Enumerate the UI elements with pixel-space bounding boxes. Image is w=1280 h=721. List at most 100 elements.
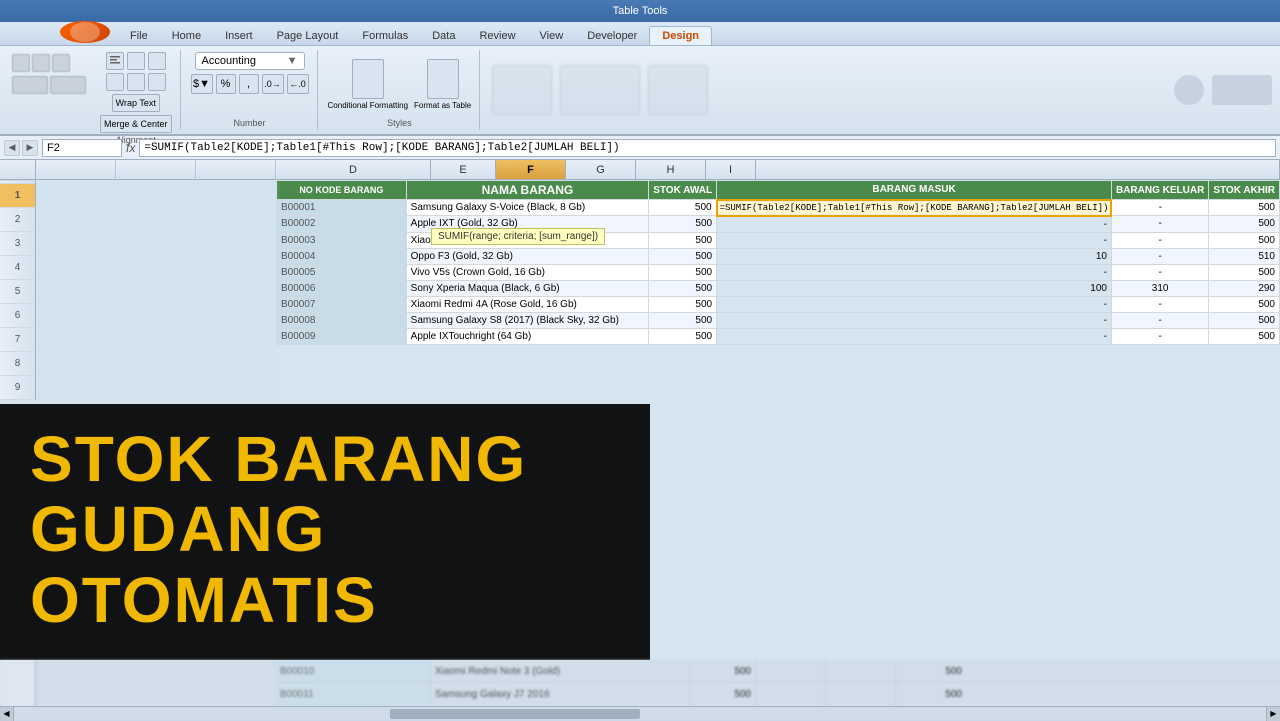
- scrollbar-track[interactable]: [14, 707, 1266, 721]
- cell-name[interactable]: Samsung Galaxy S8 (2017) (Black Sky, 32 …: [406, 312, 649, 328]
- col-header-e[interactable]: E: [431, 160, 496, 179]
- cell-kode[interactable]: B00003: [277, 232, 407, 248]
- cell-name[interactable]: Vivo V5s (Crown Gold, 16 Gb): [406, 264, 649, 280]
- tab-formulas[interactable]: Formulas: [350, 27, 420, 45]
- cell-barang-keluar[interactable]: -: [1111, 248, 1208, 264]
- cell-barang-masuk[interactable]: -: [717, 328, 1112, 344]
- decrease-decimal-button[interactable]: ←.0: [287, 74, 309, 94]
- col-header-h[interactable]: H: [636, 160, 706, 179]
- cell-stok-akhir[interactable]: 510: [1209, 248, 1280, 264]
- tab-page-layout[interactable]: Page Layout: [265, 27, 351, 45]
- cell-kode[interactable]: B00002: [277, 216, 407, 233]
- ribbon-number-group: Accounting ▼ $▼ % , .0→ ←.0 Number: [183, 50, 318, 130]
- cell-name[interactable]: Apple IXTouchright (64 Gb): [406, 328, 649, 344]
- tab-review[interactable]: Review: [467, 27, 527, 45]
- cell-kode[interactable]: B00007: [277, 296, 407, 312]
- scroll-right-button[interactable]: ▶: [1266, 707, 1280, 721]
- cell-stok-akhir[interactable]: 500: [1209, 232, 1280, 248]
- tab-view[interactable]: View: [528, 27, 576, 45]
- cell-kode[interactable]: B00005: [277, 264, 407, 280]
- tab-insert[interactable]: Insert: [213, 27, 265, 45]
- cell-stok-awal[interactable]: 500: [649, 328, 717, 344]
- ribbon: Wrap Text Merge & Center Alignment Accou…: [0, 46, 1280, 136]
- cell-stok-awal[interactable]: 500: [649, 296, 717, 312]
- cell-kode[interactable]: B00008: [277, 312, 407, 328]
- tab-file[interactable]: File: [118, 27, 160, 45]
- row-num-7: 7: [0, 328, 35, 352]
- cell-stok-akhir[interactable]: 500: [1209, 312, 1280, 328]
- cell-kode[interactable]: B00006: [277, 280, 407, 296]
- cell-barang-keluar[interactable]: -: [1111, 216, 1208, 233]
- number-format-dropdown[interactable]: Accounting ▼: [195, 52, 305, 70]
- scroll-left-button[interactable]: ◀: [0, 707, 14, 721]
- tab-design[interactable]: Design: [649, 26, 712, 45]
- cell-barang-masuk[interactable]: -: [717, 264, 1112, 280]
- cell-barang-masuk[interactable]: 10: [717, 248, 1112, 264]
- align-bottom-button[interactable]: [148, 52, 166, 70]
- conditional-formatting-button[interactable]: Conditional Formatting: [328, 59, 408, 110]
- wrap-text-button[interactable]: Wrap Text: [112, 94, 160, 112]
- align-top-button[interactable]: [106, 52, 124, 70]
- cell-barang-masuk[interactable]: -: [717, 312, 1112, 328]
- cell-barang-masuk[interactable]: =SUMIF(Table2[KODE];Table1[#This Row];[K…: [717, 200, 1112, 216]
- cell-name[interactable]: Samsung Galaxy S-Voice (Black, 8 Gb): [406, 200, 649, 216]
- align-left-button[interactable]: [106, 73, 124, 91]
- tab-developer[interactable]: Developer: [575, 27, 649, 45]
- cell-stok-akhir[interactable]: 500: [1209, 328, 1280, 344]
- cell-kode[interactable]: B00001: [277, 200, 407, 216]
- formula-input[interactable]: =SUMIF(Table2[KODE];Table1[#This Row];[K…: [139, 139, 1276, 157]
- cell-stok-akhir[interactable]: 290: [1209, 280, 1280, 296]
- cell-barang-keluar[interactable]: 310: [1111, 280, 1208, 296]
- cell-stok-akhir[interactable]: 500: [1209, 296, 1280, 312]
- tab-data[interactable]: Data: [420, 27, 467, 45]
- cell-stok-awal[interactable]: 500: [649, 232, 717, 248]
- cell-barang-keluar[interactable]: -: [1111, 312, 1208, 328]
- cell-barang-masuk[interactable]: -: [717, 232, 1112, 248]
- col-header-d[interactable]: D: [276, 160, 431, 179]
- cell-stok-awal[interactable]: 500: [649, 280, 717, 296]
- col-header-g[interactable]: G: [566, 160, 636, 179]
- cell-name[interactable]: Xiaomi Redmi 4A (Rose Gold, 16 Gb): [406, 296, 649, 312]
- comma-button[interactable]: ,: [239, 74, 259, 94]
- cell-name[interactable]: Sony Xperia Maqua (Black, 6 Gb): [406, 280, 649, 296]
- tab-home[interactable]: Home: [160, 27, 213, 45]
- cell-name[interactable]: Oppo F3 (Gold, 32 Gb): [406, 248, 649, 264]
- cell-kode[interactable]: B00004: [277, 248, 407, 264]
- percent-button[interactable]: %: [216, 74, 236, 94]
- table-row: B00003 Xiaomi Redmi 4A (Gold, 16 Gb) 500…: [277, 232, 1280, 248]
- align-middle-button[interactable]: [127, 52, 145, 70]
- cell-barang-keluar[interactable]: -: [1111, 264, 1208, 280]
- cell-kode[interactable]: B00009: [277, 328, 407, 344]
- cell-stok-awal[interactable]: 500: [649, 248, 717, 264]
- cell-barang-masuk[interactable]: 100: [717, 280, 1112, 296]
- cell-barang-keluar[interactable]: -: [1111, 200, 1208, 216]
- cell-barang-masuk[interactable]: -: [717, 296, 1112, 312]
- col-header-i[interactable]: I: [706, 160, 756, 179]
- cell-barang-keluar[interactable]: -: [1111, 328, 1208, 344]
- header-barang-keluar: BARANG KELUAR: [1111, 181, 1208, 200]
- align-center-button[interactable]: [127, 73, 145, 91]
- cell-stok-awal[interactable]: 500: [649, 312, 717, 328]
- nav-prev-button[interactable]: ◀: [4, 140, 20, 156]
- cell-stok-akhir[interactable]: 500: [1209, 216, 1280, 233]
- table-row: B00002 Apple IXT (Gold, 32 Gb) 500 - - 5…: [277, 216, 1280, 233]
- currency-button[interactable]: $▼: [191, 74, 213, 94]
- cell-stok-akhir[interactable]: 500: [1209, 200, 1280, 216]
- cell-stok-akhir[interactable]: 500: [1209, 264, 1280, 280]
- cell-reference-box[interactable]: F2: [42, 139, 122, 157]
- increase-decimal-button[interactable]: .0→: [262, 74, 284, 94]
- cell-stok-awal[interactable]: 500: [649, 200, 717, 216]
- nav-next-button[interactable]: ▶: [22, 140, 38, 156]
- inventory-table: NO KODE BARANG NAMA BARANG STOK AWAL BAR…: [276, 180, 1280, 345]
- cell-stok-awal[interactable]: 500: [649, 264, 717, 280]
- cell-barang-masuk[interactable]: -: [717, 216, 1112, 233]
- col-header-f[interactable]: F: [496, 160, 566, 179]
- merge-center-button[interactable]: Merge & Center: [100, 115, 172, 133]
- cell-barang-keluar[interactable]: -: [1111, 232, 1208, 248]
- formula-bar: ◀ ▶ F2 fx =SUMIF(Table2[KODE];Table1[#Th…: [0, 136, 1280, 160]
- scrollbar-area: ◀ ▶: [0, 706, 1280, 720]
- cell-barang-keluar[interactable]: -: [1111, 296, 1208, 312]
- align-right-button[interactable]: [148, 73, 166, 91]
- cell-stok-awal[interactable]: 500: [649, 216, 717, 233]
- format-as-table-button[interactable]: Format as Table: [414, 59, 471, 110]
